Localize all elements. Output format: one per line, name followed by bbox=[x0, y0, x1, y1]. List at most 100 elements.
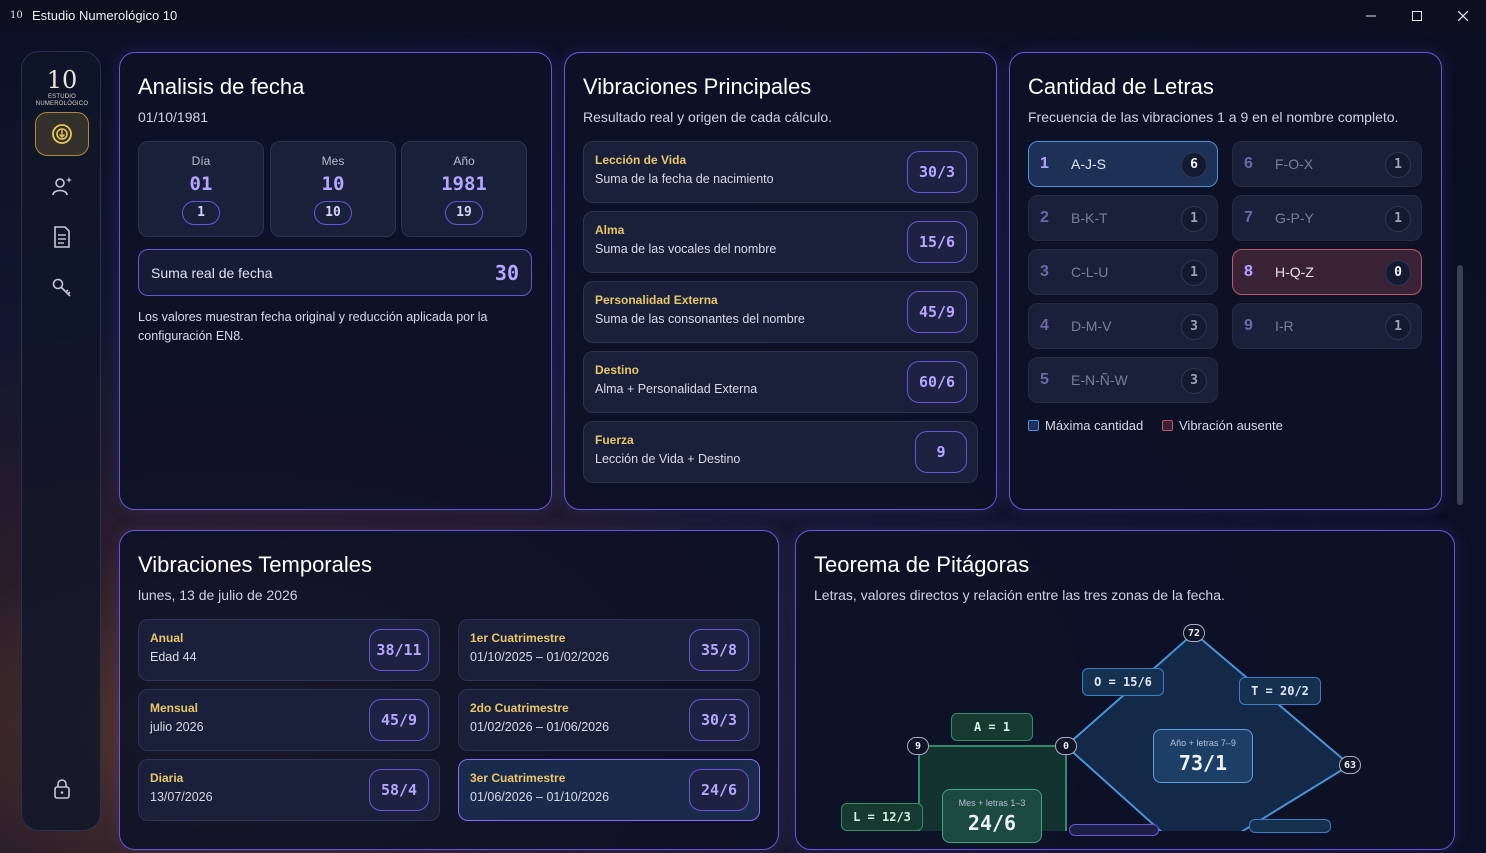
key-icon bbox=[52, 278, 71, 297]
temporal-row-cuatrimestre-2[interactable]: 2do Cuatrimestre 01/02/2026 – 01/06/2026… bbox=[458, 689, 760, 751]
minimize-button[interactable] bbox=[1348, 0, 1394, 31]
temporal-title: Mensual bbox=[150, 701, 199, 715]
vibration-row-soul[interactable]: Alma Suma de las vocales del nombre 15/6 bbox=[583, 211, 978, 273]
letter-count-panel: Cantidad de Letras Frecuencia de las vib… bbox=[1009, 52, 1442, 510]
letter-cell-count: 1 bbox=[1385, 314, 1411, 340]
date-cell-label: Año bbox=[453, 154, 475, 168]
vibration-row-life-lesson[interactable]: Lección de Vida Suma de la fecha de naci… bbox=[583, 141, 978, 203]
sidebar-item-report[interactable] bbox=[35, 215, 89, 259]
letter-cell-4[interactable]: 4 D-M-V 3 bbox=[1028, 303, 1218, 349]
letter-cell-letters: I-R bbox=[1275, 318, 1294, 334]
temporal-value-badge: 35/8 bbox=[689, 629, 749, 671]
vibration-desc: Suma de la fecha de nacimiento bbox=[595, 172, 774, 186]
date-cell-value: 01 bbox=[189, 173, 213, 195]
letter-cell-2[interactable]: 2 B-K-T 1 bbox=[1028, 195, 1218, 241]
letter-cell-9[interactable]: 9 I-R 1 bbox=[1232, 303, 1422, 349]
letter-cell-number: 9 bbox=[1244, 317, 1253, 334]
lock-button[interactable] bbox=[35, 767, 89, 811]
letter-cell-letters: F-O-X bbox=[1275, 156, 1314, 172]
maximize-icon bbox=[1412, 10, 1422, 21]
temporal-row-annual[interactable]: Anual Edad 44 38/11 bbox=[138, 619, 440, 681]
letter-cell-count: 3 bbox=[1181, 314, 1207, 340]
sidebar-item-keys[interactable] bbox=[35, 266, 89, 310]
temporal-row-daily[interactable]: Diaria 13/07/2026 58/4 bbox=[138, 759, 440, 821]
label-a: A = 1 bbox=[951, 713, 1033, 741]
date-cell-reduced: 10 bbox=[314, 201, 352, 225]
temporal-desc: 01/06/2026 – 01/10/2026 bbox=[470, 790, 610, 804]
maximize-button[interactable] bbox=[1394, 0, 1440, 31]
letter-cell-count: 1 bbox=[1385, 152, 1411, 178]
vibration-desc: Alma + Personalidad Externa bbox=[595, 382, 758, 396]
letter-cell-3[interactable]: 3 C-L-U 1 bbox=[1028, 249, 1218, 295]
label-o: O = 15/6 bbox=[1082, 668, 1164, 696]
date-cell-value: 10 bbox=[321, 173, 345, 195]
date-sum-label: Suma real de fecha bbox=[151, 265, 273, 281]
temporal-desc: julio 2026 bbox=[150, 720, 204, 734]
label-l: L = 12/3 bbox=[841, 803, 923, 831]
vibration-value-badge: 9 bbox=[915, 431, 967, 473]
date-cell-label: Día bbox=[191, 154, 211, 168]
legend-max-label: Máxima cantidad bbox=[1045, 418, 1144, 433]
date-cell-month: Mes 10 10 bbox=[270, 141, 396, 237]
letter-cell-number: 4 bbox=[1040, 317, 1049, 334]
temporal-title: 3er Cuatrimestre bbox=[470, 771, 566, 785]
temporal-title: Diaria bbox=[150, 771, 184, 785]
temporal-value-badge: 38/11 bbox=[369, 629, 429, 671]
temporal-value-badge: 24/6 bbox=[689, 769, 749, 811]
vibration-row-strength[interactable]: Fuerza Lección de Vida + Destino 9 bbox=[583, 421, 978, 483]
year-box-label: Año + letras 7–9 bbox=[1170, 738, 1236, 748]
title-bar: 10 Estudio Numerológico 10 bbox=[0, 0, 1486, 31]
vibration-row-personality[interactable]: Personalidad Externa Suma de las consona… bbox=[583, 281, 978, 343]
app-logo-icon: 10 bbox=[10, 9, 23, 21]
letter-cell-6[interactable]: 6 F-O-X 1 bbox=[1232, 141, 1422, 187]
date-analysis-panel: Analisis de fecha 01/10/1981 Día 01 1 Me… bbox=[119, 52, 552, 510]
date-note: Los valores muestran fecha original y re… bbox=[138, 310, 488, 343]
vibration-value-badge: 45/9 bbox=[907, 291, 967, 333]
minimize-icon bbox=[1366, 15, 1376, 16]
temporal-row-cuatrimestre-3[interactable]: 3er Cuatrimestre 01/06/2026 – 01/10/2026… bbox=[458, 759, 760, 821]
letter-cell-7[interactable]: 7 G-P-Y 1 bbox=[1232, 195, 1422, 241]
temporal-row-monthly[interactable]: Mensual julio 2026 45/9 bbox=[138, 689, 440, 751]
temporal-title: Anual bbox=[150, 631, 184, 645]
letter-cell-letters: A-J-S bbox=[1071, 156, 1106, 172]
lock-icon bbox=[54, 779, 70, 799]
vertex-left: 0 bbox=[1055, 737, 1077, 755]
temporal-vibrations-panel: Vibraciones Temporales lunes, 13 de juli… bbox=[119, 530, 779, 850]
date-cell-year: Año 1981 19 bbox=[401, 141, 527, 237]
letter-cell-number: 8 bbox=[1244, 263, 1253, 280]
temporal-row-cuatrimestre-1[interactable]: 1er Cuatrimestre 01/10/2025 – 01/02/2026… bbox=[458, 619, 760, 681]
date-cell-day: Día 01 1 bbox=[138, 141, 264, 237]
scrollbar[interactable] bbox=[1457, 265, 1463, 505]
letter-cell-number: 6 bbox=[1244, 155, 1253, 172]
letter-cell-5[interactable]: 5 E-N-Ñ-W 3 bbox=[1028, 357, 1218, 403]
letter-cell-letters: H-Q-Z bbox=[1275, 264, 1314, 280]
letter-cell-count: 6 bbox=[1181, 152, 1207, 178]
legend-max-swatch bbox=[1028, 420, 1039, 431]
close-button[interactable] bbox=[1440, 0, 1486, 31]
temporal-value-badge: 58/4 bbox=[369, 769, 429, 811]
temporal-title: 2do Cuatrimestre bbox=[470, 701, 569, 715]
vibration-row-destiny[interactable]: Destino Alma + Personalidad Externa 60/6 bbox=[583, 351, 978, 413]
letter-cell-count: 3 bbox=[1181, 368, 1207, 394]
sidebar-item-numerology[interactable] bbox=[35, 112, 89, 156]
vibration-value-badge: 30/3 bbox=[907, 151, 967, 193]
birth-date: 01/10/1981 bbox=[138, 109, 209, 125]
vibration-title: Alma bbox=[595, 223, 625, 237]
panel-title: Analisis de fecha bbox=[138, 74, 305, 99]
label-t: T = 20/2 bbox=[1239, 677, 1321, 705]
month-box-value: 24/6 bbox=[967, 811, 1017, 835]
panel-subtitle: lunes, 13 de julio de 2026 bbox=[138, 587, 298, 603]
sidebar-item-profile[interactable] bbox=[35, 164, 89, 208]
panel-title: Vibraciones Principales bbox=[583, 74, 812, 99]
temporal-desc: Edad 44 bbox=[150, 650, 197, 664]
letter-cell-8[interactable]: 8 H-Q-Z 0 bbox=[1232, 249, 1422, 295]
letter-cell-count: 1 bbox=[1181, 206, 1207, 232]
sidebar: 10 ESTUDIO NUMEROLÓGICO bbox=[21, 51, 101, 831]
year-box-value: 73/1 bbox=[1178, 751, 1228, 775]
vertex-green-top: 9 bbox=[907, 737, 929, 755]
vibration-title: Lección de Vida bbox=[595, 153, 687, 167]
date-cell-reduced: 1 bbox=[182, 201, 220, 225]
letter-cell-1[interactable]: 1 A-J-S 6 bbox=[1028, 141, 1218, 187]
panel-title: Cantidad de Letras bbox=[1028, 74, 1214, 99]
label-bottom-right-partial bbox=[1249, 819, 1331, 833]
